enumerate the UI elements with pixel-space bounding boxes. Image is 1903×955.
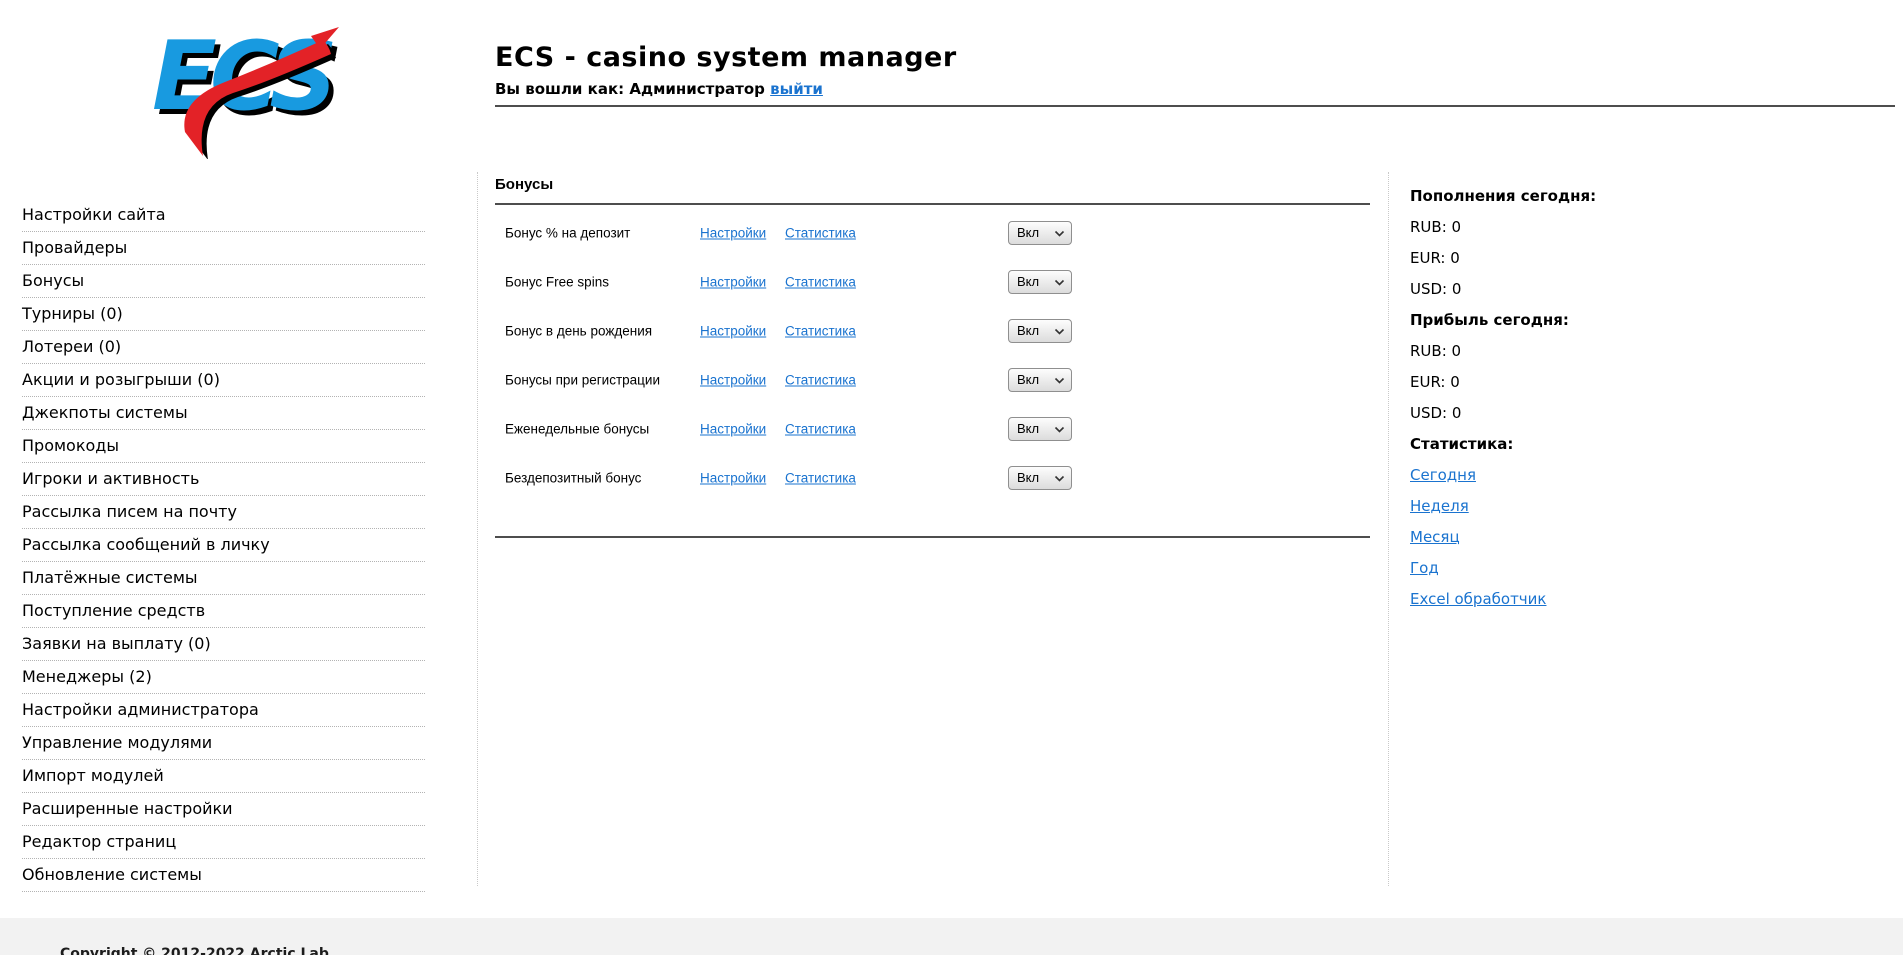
bonus-stats-link[interactable]: Статистика [785,372,856,387]
bonus-row-registration: Бонусы при регистрации Настройки Статист… [495,355,1370,404]
bonuses-bottom-divider [495,536,1370,538]
bonus-settings-link[interactable]: Настройки [700,372,766,387]
copyright-text: Copyright © 2012-2022 Arctic Lab [60,946,329,955]
profit-today-title: Прибыль сегодня: [1410,305,1730,336]
bonus-state-select-wrap: Вкл [1008,221,1072,245]
bonus-row-no-deposit: Бездепозитный бонус Настройки Статистика… [495,453,1370,502]
ecs-logo-image: ECS ECS [143,14,343,159]
bonus-state-select-wrap: Вкл [1008,417,1072,441]
bonus-state-select-wrap: Вкл [1008,368,1072,392]
ecs-logo: ECS ECS [143,14,343,159]
bonus-settings-link[interactable]: Настройки [700,274,766,289]
bonus-state-select[interactable]: Вкл [1008,417,1072,441]
sidebar-item-system-update[interactable]: Обновление системы [22,859,425,892]
profit-rub: RUB: 0 [1410,336,1730,367]
sidebar-item-payment-systems[interactable]: Платёжные системы [22,562,425,595]
deposits-rub: RUB: 0 [1410,212,1730,243]
sidebar-item-admin-settings[interactable]: Настройки администратора [22,694,425,727]
bonus-state-select[interactable]: Вкл [1008,270,1072,294]
sidebar-item-site-settings[interactable]: Настройки сайта [22,199,425,232]
logout-link[interactable]: выйти [770,80,823,98]
sidebar-item-bonuses[interactable]: Бонусы [22,265,425,298]
bonus-settings-link[interactable]: Настройки [700,421,766,436]
bonus-row-birthday: Бонус в день рождения Настройки Статисти… [495,306,1370,355]
sidebar-item-payout-requests[interactable]: Заявки на выплату (0) [22,628,425,661]
page-title: ECS - casino system manager [495,42,957,73]
bonus-rows: Бонус % на депозит Настройки Статистика … [495,208,1370,502]
bonus-label: Бонус % на депозит [505,225,630,240]
sidebar-item-players[interactable]: Игроки и активность [22,463,425,496]
bonuses-top-divider [495,203,1370,205]
bonus-stats-link[interactable]: Статистика [785,421,856,436]
sidebar-item-incoming-funds[interactable]: Поступление средств [22,595,425,628]
sidebar-item-promotions[interactable]: Акции и розыгрыши (0) [22,364,425,397]
deposits-usd: USD: 0 [1410,274,1730,305]
sidebar-item-module-import[interactable]: Импорт модулей [22,760,425,793]
header: ECS - casino system manager Вы вошли как… [495,42,957,98]
bonus-row-free-spins: Бонус Free spins Настройки Статистика Вк… [495,257,1370,306]
content-separator-left [477,172,478,886]
deposits-eur: EUR: 0 [1410,243,1730,274]
bonus-state-select[interactable]: Вкл [1008,368,1072,392]
bonus-state-select-wrap: Вкл [1008,319,1072,343]
bonus-stats-link[interactable]: Статистика [785,274,856,289]
bonus-row-weekly: Еженедельные бонусы Настройки Статистика… [495,404,1370,453]
stats-link-today[interactable]: Сегодня [1410,460,1476,491]
login-status-text: Вы вошли как: Администратор [495,80,765,98]
bonuses-title: Бонусы [495,176,1370,203]
stats-link-month[interactable]: Месяц [1410,522,1460,553]
profit-usd: USD: 0 [1410,398,1730,429]
bonus-row-deposit-percent: Бонус % на депозит Настройки Статистика … [495,208,1370,257]
bonus-state-select[interactable]: Вкл [1008,319,1072,343]
sidebar-item-email-mailing[interactable]: Рассылка писем на почту [22,496,425,529]
stats-sidebar: Пополнения сегодня: RUB: 0 EUR: 0 USD: 0… [1410,181,1730,615]
sidebar-item-lotteries[interactable]: Лотереи (0) [22,331,425,364]
bonus-state-select-wrap: Вкл [1008,270,1072,294]
sidebar-item-pm-mailing[interactable]: Рассылка сообщений в личку [22,529,425,562]
bonus-label: Еженедельные бонусы [505,421,649,436]
content-separator-right [1388,172,1389,886]
login-status: Вы вошли как: Администратор выйти [495,80,957,98]
bonus-stats-link[interactable]: Статистика [785,470,856,485]
bonus-stats-link[interactable]: Статистика [785,225,856,240]
sidebar-item-module-management[interactable]: Управление модулями [22,727,425,760]
bonus-stats-link[interactable]: Статистика [785,323,856,338]
profit-eur: EUR: 0 [1410,367,1730,398]
statistics-title: Статистика: [1410,429,1730,460]
sidebar-item-managers[interactable]: Менеджеры (2) [22,661,425,694]
stats-link-year[interactable]: Год [1410,553,1439,584]
deposits-today-title: Пополнения сегодня: [1410,181,1730,212]
sidebar-item-tournaments[interactable]: Турниры (0) [22,298,425,331]
sidebar-item-providers[interactable]: Провайдеры [22,232,425,265]
sidebar-item-advanced-settings[interactable]: Расширенные настройки [22,793,425,826]
header-divider [495,105,1895,107]
sidebar-item-jackpots[interactable]: Джекпоты системы [22,397,425,430]
bonus-label: Бонус в день рождения [505,323,652,338]
bonus-label: Бонусы при регистрации [505,372,660,387]
bonus-label: Бонус Free spins [505,274,609,289]
footer: Copyright © 2012-2022 Arctic Lab [0,918,1903,955]
bonuses-panel: Бонусы Бонус % на депозит Настройки Стат… [495,176,1370,538]
stats-link-excel[interactable]: Excel обработчик [1410,584,1546,615]
bonus-state-select[interactable]: Вкл [1008,466,1072,490]
bonus-state-select-wrap: Вкл [1008,466,1072,490]
stats-link-week[interactable]: Неделя [1410,491,1469,522]
bonus-label: Бездепозитный бонус [505,470,641,485]
bonus-settings-link[interactable]: Настройки [700,470,766,485]
sidebar-item-page-editor[interactable]: Редактор страниц [22,826,425,859]
bonus-state-select[interactable]: Вкл [1008,221,1072,245]
bonus-settings-link[interactable]: Настройки [700,323,766,338]
sidebar: Настройки сайта Провайдеры Бонусы Турнир… [22,199,425,892]
sidebar-item-promocodes[interactable]: Промокоды [22,430,425,463]
admin-page: ECS ECS ECS - casino system manager Вы в… [0,0,1903,955]
bonus-settings-link[interactable]: Настройки [700,225,766,240]
